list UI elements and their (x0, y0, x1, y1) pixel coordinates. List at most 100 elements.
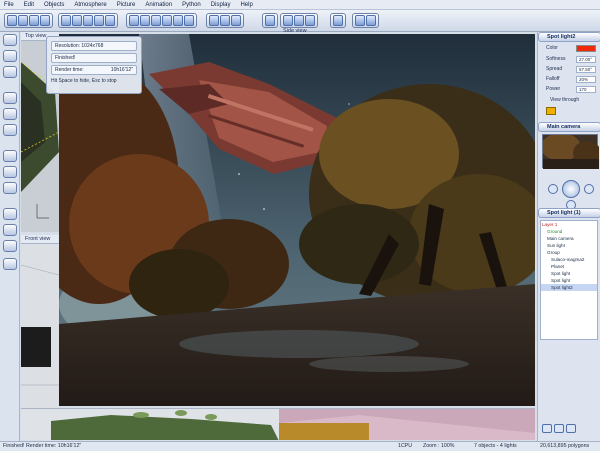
falloff-input[interactable]: 20% (576, 76, 596, 83)
print-icon[interactable] (40, 15, 50, 26)
terrain-icon[interactable] (129, 15, 139, 26)
save-scene-icon[interactable] (29, 15, 39, 26)
pan-icon[interactable] (366, 15, 376, 26)
render-status-field: Finished! (51, 53, 137, 63)
side-view-bottom[interactable] (279, 408, 535, 440)
metablob-tool-icon[interactable] (3, 240, 17, 252)
menu-animation[interactable]: Animation (145, 2, 172, 8)
new-scene-icon[interactable] (7, 15, 17, 26)
twist-tool-icon[interactable] (3, 108, 17, 120)
water-icon[interactable] (231, 15, 241, 26)
camera-pan-right-icon[interactable] (584, 184, 594, 194)
move-tool-icon[interactable] (3, 50, 17, 62)
display-tools-group (262, 13, 278, 28)
menu-file[interactable]: File (4, 2, 14, 8)
menu-display[interactable]: Display (211, 2, 231, 8)
ecosystem-tool-icon[interactable] (3, 258, 17, 270)
front-view-viewport[interactable]: Front view (21, 235, 59, 412)
plant-icon[interactable] (140, 15, 150, 26)
menu-bar: File Edit Objects Atmosphere Picture Ani… (0, 0, 600, 10)
render-tools-group (280, 13, 318, 28)
status-cpu: 1CPU (398, 443, 413, 449)
zoom-icon[interactable] (355, 15, 365, 26)
tree-item-spot-light[interactable]: Spot light (541, 270, 597, 277)
spread-input[interactable]: 57.50° (576, 66, 596, 73)
spot-light-panel-header[interactable]: Spot light2 (538, 32, 600, 42)
front-view-title: Front view (21, 235, 59, 244)
menu-python[interactable]: Python (182, 2, 201, 8)
objects-panel-header[interactable]: Spot light (1) (538, 208, 600, 218)
side-view-wireframe (279, 415, 535, 440)
edit-tools-group (58, 13, 118, 28)
terrain-profile-wireframe (51, 410, 279, 440)
cube-icon[interactable] (173, 15, 183, 26)
tree-item-spot-light-b[interactable]: Spot light (541, 277, 597, 284)
menu-picture[interactable]: Picture (117, 2, 136, 8)
view-through-checkbox[interactable]: View through (550, 97, 579, 103)
status-object-count: 7 objects - 4 lights (474, 443, 517, 449)
softness-input[interactable]: 27.00° (576, 56, 596, 63)
camera-icon[interactable] (333, 15, 343, 26)
sphere-icon[interactable] (162, 15, 172, 26)
tree-item-group[interactable]: Group (541, 249, 597, 256)
drop-tool-icon[interactable] (3, 182, 17, 194)
render-settings-icon[interactable] (305, 15, 315, 26)
render-status-text: Finished! (55, 55, 76, 61)
duplicate-tool-icon[interactable] (3, 150, 17, 162)
lock-toggle-icon[interactable] (554, 424, 564, 433)
rotate-tool-icon[interactable] (3, 66, 17, 78)
scale-tool-icon[interactable] (3, 92, 17, 104)
cylinder-icon[interactable] (184, 15, 194, 26)
left-toolbox (0, 32, 20, 444)
tree-item-spot-light2[interactable]: Spot light2 (541, 284, 597, 291)
paste-icon[interactable] (105, 15, 115, 26)
undo-icon[interactable] (61, 15, 71, 26)
select-tool-icon[interactable] (3, 34, 17, 46)
render-info-panel: Resolution: 1024x768 Finished! Render ti… (46, 36, 142, 94)
light-color-swatch[interactable] (576, 45, 596, 52)
menu-edit[interactable]: Edit (24, 2, 34, 8)
open-scene-icon[interactable] (18, 15, 28, 26)
visible-toggle-icon[interactable] (542, 424, 552, 433)
material-tool-icon[interactable] (3, 208, 17, 220)
camera-nav-controls (544, 172, 596, 212)
group-tool-icon[interactable] (3, 166, 17, 178)
front-view-wireframe (21, 264, 59, 386)
rock-icon[interactable] (151, 15, 161, 26)
object-panel-buttons (542, 424, 596, 434)
tree-item-layer[interactable]: Layer 1 (541, 221, 597, 228)
color-label: Color (546, 45, 558, 51)
render-icon[interactable] (294, 15, 304, 26)
resolution-field: Resolution: 1024x768 (51, 41, 137, 51)
menu-atmosphere[interactable]: Atmosphere (74, 2, 106, 8)
delete-object-icon[interactable] (566, 424, 576, 433)
copy-icon[interactable] (94, 15, 104, 26)
light-icon[interactable] (220, 15, 230, 26)
tree-item-sulaco[interactable]: Sulaco-magma2 (541, 256, 597, 263)
status-polygon-count: 20,613,895 polygons (540, 443, 590, 449)
view-layout-icon[interactable] (265, 15, 275, 26)
camera-orbit-icon[interactable] (562, 180, 580, 198)
tree-item-planet[interactable]: Planet (541, 263, 597, 270)
boolean-tool-icon[interactable] (3, 224, 17, 236)
power-input[interactable]: 170 (576, 86, 596, 93)
tree-item-sun-light[interactable]: Sun light (541, 242, 597, 249)
bottom-view-strip[interactable] (21, 408, 279, 440)
camera-pan-left-icon[interactable] (548, 184, 558, 194)
object-tools-group (126, 13, 197, 28)
resolution-text: Resolution: 1024x768 (55, 43, 104, 49)
render-preview-icon[interactable] (283, 15, 293, 26)
redo-icon[interactable] (72, 15, 82, 26)
menu-objects[interactable]: Objects (44, 2, 64, 8)
cloud-icon[interactable] (209, 15, 219, 26)
cut-icon[interactable] (83, 15, 93, 26)
misc-tools-group (352, 13, 379, 28)
status-zoom: Zoom : 100% (423, 443, 455, 449)
tree-item-ground[interactable]: Ground (541, 228, 597, 235)
render-time-value: 10h16'12" (110, 67, 133, 73)
gel-color-swatch[interactable] (546, 107, 556, 115)
tree-item-main-camera[interactable]: Main camera (541, 235, 597, 242)
camera-panel-header[interactable]: Main camera (538, 122, 600, 132)
terrain-editor-icon[interactable] (3, 124, 17, 136)
menu-help[interactable]: Help (240, 2, 252, 8)
